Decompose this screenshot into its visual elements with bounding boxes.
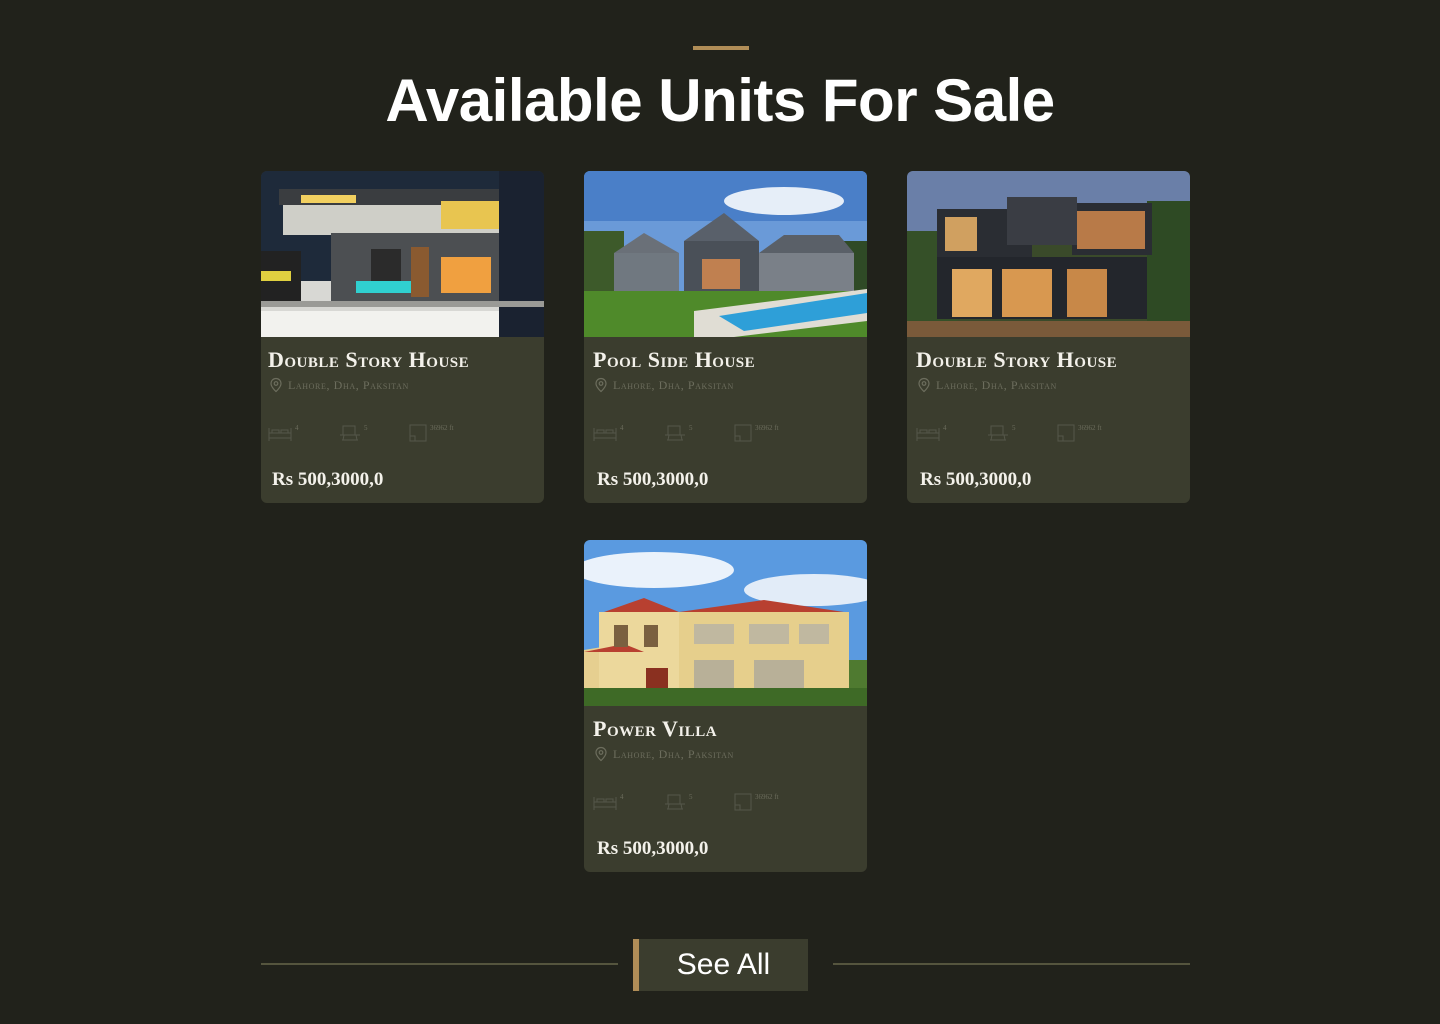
area-icon	[1057, 424, 1075, 442]
map-pin-icon	[918, 377, 930, 393]
bed-icon	[593, 428, 617, 441]
baths-feature: 5	[664, 424, 693, 442]
map-pin-icon	[595, 377, 607, 393]
listing-photo[interactable]	[261, 171, 544, 337]
listing-photo[interactable]	[584, 171, 867, 337]
listing-price: Rs 500,3000,0	[597, 469, 709, 490]
listing-price: Rs 500,3000,0	[272, 469, 384, 490]
area-icon	[409, 424, 427, 442]
beds-count: 4	[620, 424, 624, 432]
beds-feature: 4	[916, 424, 947, 442]
baths-count: 5	[1012, 424, 1016, 432]
bathtub-icon	[988, 425, 1008, 441]
listing-photo[interactable]	[584, 540, 867, 706]
listing-price: Rs 500,3000,0	[597, 838, 709, 859]
bed-icon	[916, 428, 940, 441]
baths-count: 5	[364, 424, 368, 432]
listing-location-text: Lahore, Dha, Paksitan	[613, 746, 734, 761]
beds-count: 4	[620, 793, 624, 801]
beds-feature: 4	[593, 424, 624, 442]
baths-count: 5	[689, 793, 693, 801]
listing-features: 4 5 36962 ft	[916, 424, 1186, 444]
listing-title[interactable]: Pool Side House	[593, 347, 863, 373]
listing-features: 4 5 36962 ft	[593, 424, 863, 444]
area-feature: 36962 ft	[409, 424, 454, 442]
listing-card[interactable]: Double Story House Lahore, Dha, Paksitan…	[907, 171, 1190, 503]
area-value: 36962 ft	[1078, 424, 1102, 432]
listing-features: 4 5 36962 ft	[268, 424, 538, 444]
listing-location-text: Lahore, Dha, Paksitan	[288, 377, 409, 392]
divider-right	[833, 963, 1190, 965]
listing-card[interactable]: Double Story House Lahore, Dha, Paksitan…	[261, 171, 544, 503]
listing-location: Lahore, Dha, Paksitan	[916, 377, 1057, 393]
area-value: 36962 ft	[755, 424, 779, 432]
beds-feature: 4	[268, 424, 299, 442]
listing-location-text: Lahore, Dha, Paksitan	[936, 377, 1057, 392]
listing-location: Lahore, Dha, Paksitan	[268, 377, 409, 393]
listing-location-text: Lahore, Dha, Paksitan	[613, 377, 734, 392]
baths-feature: 5	[339, 424, 368, 442]
baths-count: 5	[689, 424, 693, 432]
listing-card[interactable]: Power Villa Lahore, Dha, Paksitan 4 5 36…	[584, 540, 867, 872]
bathtub-icon	[665, 425, 685, 441]
area-value: 36962 ft	[755, 793, 779, 801]
baths-feature: 5	[987, 424, 1016, 442]
area-feature: 36962 ft	[1057, 424, 1102, 442]
baths-feature: 5	[664, 793, 693, 811]
title-accent-line	[693, 46, 749, 50]
area-value: 36962 ft	[430, 424, 454, 432]
listing-price: Rs 500,3000,0	[920, 469, 1032, 490]
divider-left	[261, 963, 618, 965]
listing-card[interactable]: Pool Side House Lahore, Dha, Paksitan 4 …	[584, 171, 867, 503]
area-icon	[734, 424, 752, 442]
map-pin-icon	[595, 746, 607, 762]
listing-photo[interactable]	[907, 171, 1190, 337]
listing-title[interactable]: Double Story House	[916, 347, 1186, 373]
listing-location: Lahore, Dha, Paksitan	[593, 746, 734, 762]
beds-count: 4	[295, 424, 299, 432]
map-pin-icon	[270, 377, 282, 393]
bathtub-icon	[665, 794, 685, 810]
listing-title[interactable]: Double Story House	[268, 347, 538, 373]
bed-icon	[268, 428, 292, 441]
section-title: Available Units For Sale	[385, 67, 1055, 134]
bathtub-icon	[340, 425, 360, 441]
area-feature: 36962 ft	[734, 793, 779, 811]
listing-title[interactable]: Power Villa	[593, 716, 863, 742]
area-icon	[734, 793, 752, 811]
bed-icon	[593, 797, 617, 810]
area-feature: 36962 ft	[734, 424, 779, 442]
beds-count: 4	[943, 424, 947, 432]
see-all-button[interactable]: See All	[633, 939, 808, 991]
listing-features: 4 5 36962 ft	[593, 793, 863, 813]
beds-feature: 4	[593, 793, 624, 811]
listing-location: Lahore, Dha, Paksitan	[593, 377, 734, 393]
